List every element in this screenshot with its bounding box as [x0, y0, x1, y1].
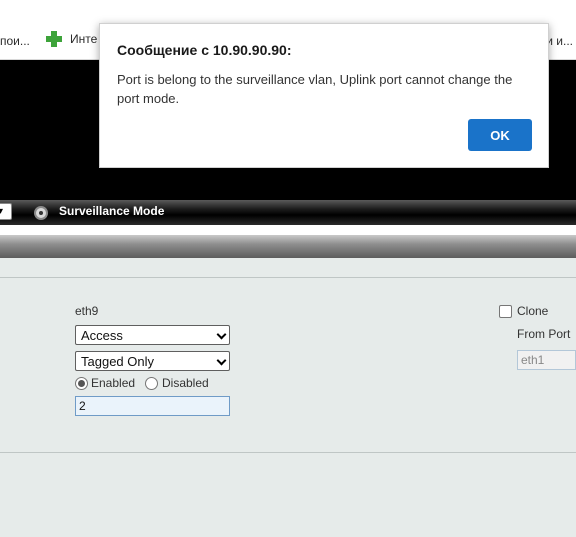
chevron-down-icon [216, 329, 227, 340]
from-port-input[interactable]: eth1 [517, 350, 576, 370]
ingress-enabled-radio[interactable] [75, 377, 88, 390]
bookmark-middle[interactable]: Инте [46, 31, 97, 47]
ok-button[interactable]: OK [468, 119, 532, 151]
mode-select[interactable]: ▾ [0, 203, 12, 220]
bookmark-left[interactable]: пои... [0, 34, 30, 48]
port-name: eth9 [75, 304, 99, 318]
alert-dialog: Сообщение с 10.90.90.90: Port is belong … [99, 23, 549, 168]
port-mode-value: Access [81, 328, 123, 343]
browser-viewport: пои... Инте ки и... ▾ Surveillance Mode … [0, 0, 576, 537]
chevron-down-icon [216, 355, 227, 366]
separator-band [0, 225, 576, 235]
dialog-title: Сообщение с 10.90.90.90: [117, 42, 292, 58]
section-subheader [0, 258, 576, 278]
mode-strip: ▾ Surveillance Mode [0, 200, 576, 225]
pvid-input[interactable]: 2 [75, 396, 230, 416]
section-header-bar [0, 235, 576, 258]
camera-icon [34, 206, 48, 220]
puzzle-icon [46, 31, 62, 47]
ingress-enabled-label: Enabled [91, 376, 136, 390]
ingress-disabled-label: Disabled [162, 376, 209, 390]
bookmark-middle-label: Инте [70, 32, 98, 46]
mode-label[interactable]: Surveillance Mode [59, 204, 164, 218]
form-divider [0, 452, 576, 453]
ingress-disabled-radio[interactable] [145, 377, 158, 390]
from-port-label: From Port [517, 327, 571, 341]
clone-checkbox[interactable] [499, 305, 512, 318]
frame-type-select[interactable]: Tagged Only [75, 351, 230, 371]
port-mode-select[interactable]: Access [75, 325, 230, 345]
clone-label: Clone [517, 304, 549, 318]
dialog-message: Port is belong to the surveillance vlan,… [117, 72, 513, 106]
frame-type-value: Tagged Only [81, 354, 154, 369]
